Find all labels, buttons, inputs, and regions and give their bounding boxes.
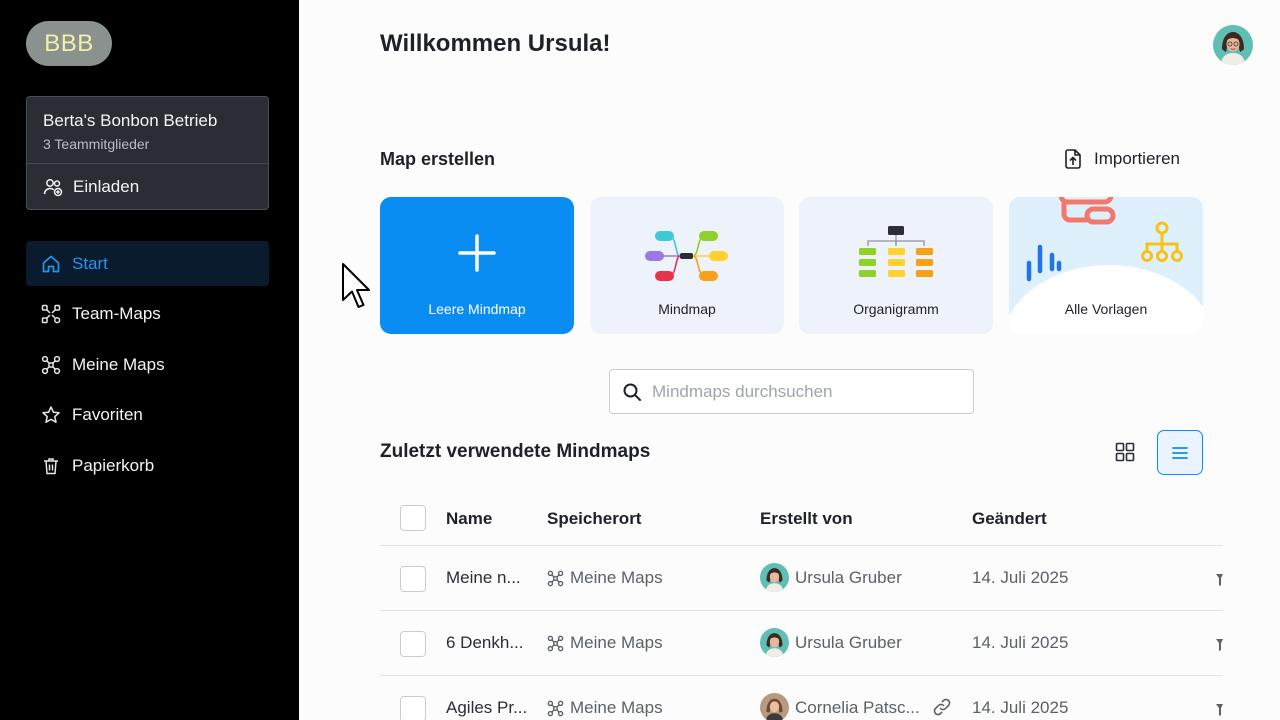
nav-item-my-maps[interactable]: Meine Maps: [26, 342, 269, 387]
import-button[interactable]: Importieren: [1062, 148, 1180, 170]
map-name[interactable]: 6 Denkh...: [446, 633, 524, 653]
card-label: Organigramm: [853, 301, 939, 317]
recent-maps-table: Name Speicherort Erstellt von Geändert M…: [380, 490, 1223, 720]
team-logo[interactable]: BBB: [26, 21, 112, 66]
nav-label: Papierkorb: [72, 455, 155, 475]
table-row[interactable]: Agiles Pr... Meine Maps Cornelia Patsc..…: [380, 676, 1223, 720]
mindmap-icon: [547, 635, 564, 651]
row-checkbox[interactable]: [400, 696, 426, 720]
nav-item-favorites[interactable]: Favoriten: [26, 393, 269, 438]
table-header: Name Speicherort Erstellt von Geändert: [380, 490, 1223, 546]
mindmap-icon: [547, 570, 564, 586]
column-header-name[interactable]: Name: [446, 509, 492, 529]
divider: [27, 163, 268, 164]
user-avatar[interactable]: [1213, 25, 1253, 65]
nav-item-team-maps[interactable]: Team-Maps: [26, 292, 269, 337]
location-label: Meine Maps: [570, 633, 663, 652]
map-creator: Ursula Gruber: [760, 628, 902, 657]
map-location: Meine Maps: [547, 568, 663, 588]
map-modified: 14. Juli 2025: [972, 698, 1069, 717]
team-maps-icon: [41, 304, 61, 324]
trash-icon: [44, 457, 58, 474]
map-creator: Cornelia Patsc...: [760, 693, 920, 720]
creator-name: Ursula Gruber: [795, 632, 902, 652]
search-input[interactable]: [652, 381, 952, 402]
mindmap-illustration-icon: [645, 231, 728, 281]
card-label: Alle Vorlagen: [1064, 301, 1148, 317]
row-checkbox[interactable]: [400, 631, 426, 657]
home-icon: [42, 255, 60, 272]
nav-label: Start: [72, 253, 108, 273]
select-all-checkbox[interactable]: [400, 505, 426, 531]
plus-icon: [458, 234, 496, 272]
map-name[interactable]: Meine n...: [446, 568, 521, 588]
star-icon: [42, 406, 60, 423]
pin-icon[interactable]: [1216, 702, 1223, 716]
import-label: Importieren: [1094, 149, 1180, 168]
new-blank-mindmap-card[interactable]: Leere Mindmap: [380, 197, 574, 334]
list-view-icon: [1172, 446, 1188, 459]
nav-label: Favoriten: [72, 405, 143, 424]
mindmap-icon: [547, 700, 564, 716]
main-nav: Start Team-Maps Meine Maps Favoriten Pap…: [26, 241, 269, 494]
pin-icon[interactable]: [1216, 572, 1223, 586]
map-location: Meine Maps: [547, 633, 663, 653]
map-modified: 14. Juli 2025: [972, 568, 1069, 587]
creator-avatar: [760, 563, 789, 592]
card-label: Leere Mindmap: [428, 301, 526, 317]
map-creator: Ursula Gruber: [760, 563, 902, 592]
import-file-icon: [1065, 149, 1081, 169]
team-name: Berta's Bonbon Betrieb: [43, 111, 218, 130]
creator-avatar: [760, 628, 789, 657]
grid-view-icon: [1115, 442, 1135, 462]
search-icon: [623, 383, 641, 401]
org-chart-illustration-icon: [859, 226, 933, 277]
search-box[interactable]: [609, 369, 974, 414]
creator-name: Ursula Gruber: [795, 567, 902, 587]
nav-item-trash[interactable]: Papierkorb: [26, 443, 269, 488]
table-row[interactable]: Meine n... Meine Maps Ursula Gruber 14. …: [380, 546, 1223, 611]
page-title: Willkommen Ursula!: [380, 30, 611, 57]
creator-avatar: [760, 693, 789, 720]
pin-icon[interactable]: [1216, 637, 1223, 651]
grid-view-button[interactable]: [1103, 430, 1147, 474]
row-checkbox[interactable]: [400, 566, 426, 592]
column-header-location[interactable]: Speicherort: [547, 509, 641, 529]
map-modified: 14. Juli 2025: [972, 633, 1069, 652]
nav-label: Team-Maps: [72, 304, 161, 323]
table-row[interactable]: 6 Denkh... Meine Maps Ursula Gruber 14. …: [380, 611, 1223, 676]
add-user-icon: [43, 179, 63, 197]
recent-section-title: Zuletzt verwendete Mindmaps: [380, 441, 651, 462]
column-header-creator[interactable]: Erstellt von: [760, 509, 853, 529]
map-location: Meine Maps: [547, 698, 663, 718]
create-section-title: Map erstellen: [380, 149, 496, 169]
location-label: Meine Maps: [570, 568, 663, 587]
invite-label: Einladen: [73, 177, 140, 196]
list-view-button[interactable]: [1157, 430, 1203, 475]
team-card[interactable]: Berta's Bonbon Betrieb 3 Teammitglieder …: [26, 96, 269, 210]
sidebar: BBB Berta's Bonbon Betrieb 3 Teammitglie…: [0, 0, 299, 720]
create-cards: Leere Mindmap Mindmap Organigramm Alle V…: [380, 197, 1203, 334]
link-icon[interactable]: [932, 697, 952, 717]
mouse-cursor-icon: [342, 263, 370, 308]
nav-item-start[interactable]: Start: [26, 241, 269, 286]
mindmap-icon: [41, 355, 61, 374]
creator-name: Cornelia Patsc...: [795, 697, 920, 717]
map-name[interactable]: Agiles Pr...: [446, 698, 527, 718]
team-member-count: 3 Teammitglieder: [43, 136, 150, 152]
card-label: Mindmap: [658, 301, 716, 317]
nav-label: Meine Maps: [72, 354, 165, 374]
org-chart-template-card[interactable]: Organigramm: [799, 197, 993, 334]
mindmap-template-card[interactable]: Mindmap: [590, 197, 784, 334]
all-templates-card[interactable]: Alle Vorlagen: [1009, 197, 1203, 334]
location-label: Meine Maps: [570, 698, 663, 717]
column-header-modified[interactable]: Geändert: [972, 509, 1047, 529]
invite-button[interactable]: Einladen: [43, 177, 139, 197]
